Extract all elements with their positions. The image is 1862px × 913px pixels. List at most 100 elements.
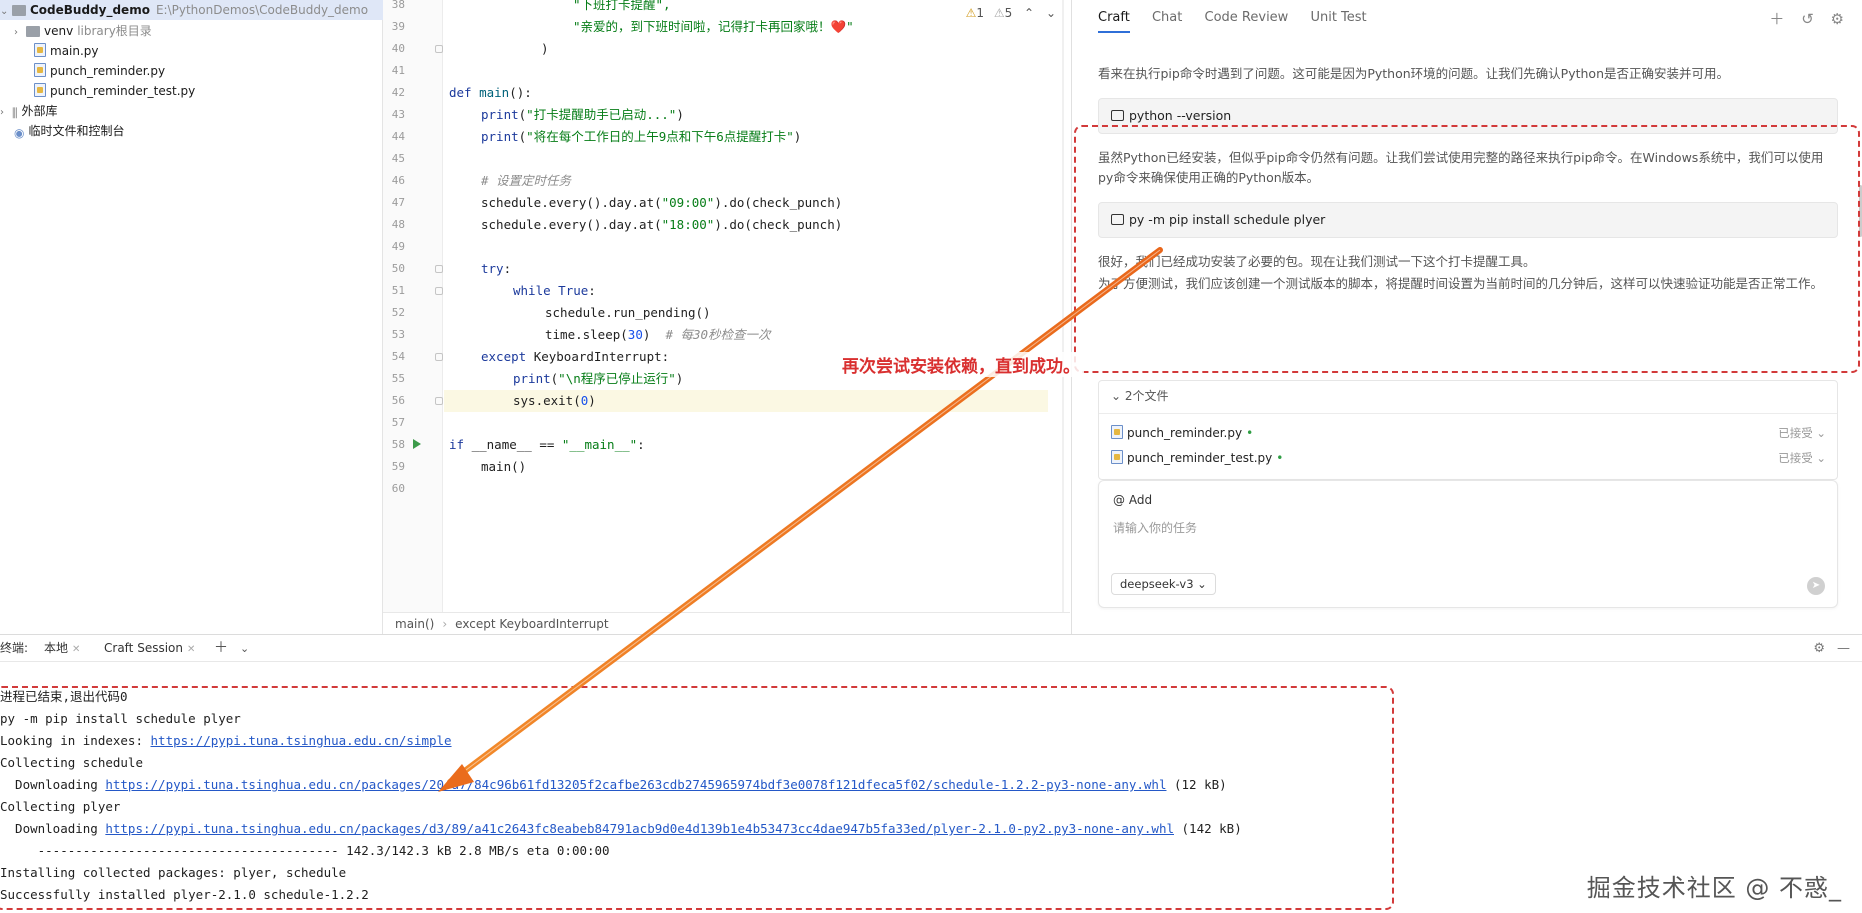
editor-scrollbar[interactable] — [1062, 0, 1064, 612]
command-text: python --version — [1129, 108, 1232, 123]
fold-marker[interactable] — [435, 265, 443, 273]
breadcrumb-item[interactable]: except KeyboardInterrupt — [455, 617, 608, 631]
new-tab-button[interactable]: ＋ — [214, 635, 228, 662]
tree-item-scratches[interactable]: ◉ 临时文件和控制台 — [0, 121, 125, 141]
breadcrumb: main() › except KeyboardInterrupt — [383, 612, 1070, 634]
message-text: 看来在执行pip命令时遇到了问题。这可能是因为Python环境的问题。让我们先确… — [1098, 66, 1730, 81]
tree-item-label: main.py — [50, 44, 99, 58]
tab-local[interactable]: 本地 ✕ — [40, 635, 84, 663]
close-icon[interactable]: ✕ — [187, 644, 195, 655]
model-select[interactable]: deepseek-v3 ⌄ — [1111, 573, 1216, 595]
annotation-box-console — [0, 686, 1394, 910]
chevron-right-icon[interactable]: › — [0, 103, 12, 123]
line-number: 51 — [391, 284, 405, 297]
code-line-46: # 设置定时任务 — [481, 173, 572, 188]
fold-marker[interactable] — [435, 287, 443, 295]
chevron-down-icon[interactable]: ⌄ — [1046, 6, 1056, 20]
file-row[interactable]: punch_reminder.py • 已接受 ⌄ — [1111, 422, 1826, 444]
tree-root[interactable]: ⌄ CodeBuddy_demo E:\PythonDemos\CodeBuddy_… — [0, 0, 383, 20]
code-line-39: "亲爱的，到下班时间啦，记得打卡再回家哦！❤️" — [573, 19, 854, 34]
code-line-38: "下班打卡提醒", — [573, 0, 671, 12]
tree-item-venv[interactable]: › venv library根目录 — [0, 21, 152, 41]
line-number: 42 — [391, 86, 405, 99]
tree-item-label: 临时文件和控制台 — [28, 124, 125, 138]
settings-icon[interactable]: ⚙ — [1831, 10, 1844, 28]
file-row[interactable]: punch_reminder_test.py • 已接受 ⌄ — [1111, 447, 1826, 469]
inspection-widget[interactable]: ⚠1 ⚠5 ⌃ ⌄ — [966, 6, 1056, 20]
add-context-button[interactable]: @ Add — [1113, 493, 1152, 507]
line-number: 56 — [391, 394, 405, 407]
history-icon[interactable]: ↺ — [1801, 10, 1814, 28]
tree-item-label: punch_reminder_test.py — [50, 84, 196, 98]
task-input[interactable]: 请输入你的任务 — [1113, 519, 1197, 536]
code-line-53: time.sleep(30) # 每30秒检查一次 — [545, 327, 771, 342]
chevron-down-icon[interactable]: ⌄ — [240, 635, 249, 662]
tab-code-review[interactable]: Code Review — [1205, 10, 1289, 31]
code-line-42: def main(): — [449, 85, 532, 100]
line-number: 54 — [391, 350, 405, 363]
code-line-52: schedule.run_pending() — [545, 305, 711, 320]
chevron-up-icon[interactable]: ⌃ — [1024, 6, 1034, 20]
folder-icon — [26, 26, 40, 37]
tree-item-external-libs[interactable]: › ⫼ 外部库 — [0, 101, 58, 121]
code-line-40: ) — [541, 41, 549, 56]
file-name: punch_reminder_test.py — [1127, 451, 1273, 465]
tab-craft[interactable]: Craft — [1098, 10, 1130, 33]
line-number: 60 — [391, 482, 405, 495]
fold-marker[interactable] — [435, 353, 443, 361]
line-number: 49 — [391, 240, 405, 253]
minimize-icon[interactable]: — — [1837, 641, 1850, 656]
editor-gutter: 38 39 40 41 42 43 44 45 46 47 48 49 50 5… — [383, 0, 443, 612]
tree-item-main[interactable]: main.py — [0, 41, 99, 61]
craft-tabbar: Craft Chat Code Review Unit Test — [1098, 10, 1385, 33]
chevron-right-icon[interactable]: › — [14, 23, 26, 43]
code-line-48: schedule.every().day.at("18:00").do(chec… — [481, 217, 843, 232]
tab-craft-session[interactable]: Craft Session ✕ — [100, 635, 200, 665]
python-file-icon — [1111, 450, 1123, 464]
chevron-down-icon: ⌄ — [1197, 577, 1207, 591]
weak-warning-count: 5 — [1004, 6, 1013, 20]
line-number: 40 — [391, 42, 405, 55]
tree-item-punch-reminder[interactable]: punch_reminder.py — [0, 61, 165, 81]
status-dot-icon: • — [1246, 426, 1254, 440]
chat-input-box[interactable]: @ Add 请输入你的任务 deepseek-v3 ⌄ ➤ — [1098, 480, 1838, 608]
tree-root-label: CodeBuddy_demo — [30, 3, 150, 17]
project-tree: ⌄ CodeBuddy_demo E:\PythonDemos\CodeBuddy_… — [0, 0, 383, 634]
code-line-50: try: — [481, 261, 512, 276]
files-header[interactable]: ⌄ 2个文件 — [1111, 387, 1169, 404]
status-dot-icon: • — [1276, 451, 1284, 465]
code-line-56[interactable]: sys.exit(0) — [444, 390, 1048, 412]
line-number: 50 — [391, 262, 405, 275]
line-number: 53 — [391, 328, 405, 341]
line-number: 47 — [391, 196, 405, 209]
tree-item-label: 外部库 — [21, 104, 58, 118]
chevron-down-icon[interactable]: ⌄ — [0, 2, 12, 22]
tree-item-punch-reminder-test[interactable]: punch_reminder_test.py — [0, 81, 195, 101]
line-number: 58 — [391, 438, 405, 451]
code-editor[interactable]: 38 39 40 41 42 43 44 45 46 47 48 49 50 5… — [383, 0, 1070, 634]
terminal-icon — [1111, 110, 1124, 121]
terminal-tabbar: 终端: 本地 ✕ Craft Session ✕ ＋ ⌄ ⚙ — — [0, 634, 1862, 665]
fold-marker[interactable] — [435, 397, 443, 405]
code-line-55: print("\n程序已停止运行") — [513, 371, 684, 386]
line-number: 39 — [391, 20, 405, 33]
file-status[interactable]: 已接受 ⌄ — [1778, 422, 1826, 444]
tab-chat[interactable]: Chat — [1152, 10, 1182, 31]
line-number: 52 — [391, 306, 405, 319]
fold-marker[interactable] — [435, 45, 443, 53]
close-icon[interactable]: ✕ — [72, 644, 80, 655]
code-line-44: print("将在每个工作日的上午9点和下午6点提醒打卡") — [481, 129, 802, 144]
plus-icon[interactable]: ＋ — [1769, 10, 1784, 28]
run-gutter-icon[interactable] — [413, 439, 421, 449]
tree-item-note: library根目录 — [77, 24, 152, 38]
folder-icon — [12, 5, 26, 16]
python-file-icon — [1111, 425, 1123, 439]
line-number: 44 — [391, 130, 405, 143]
tab-unit-test[interactable]: Unit Test — [1310, 10, 1366, 31]
file-status[interactable]: 已接受 ⌄ — [1778, 447, 1826, 469]
breadcrumb-item[interactable]: main() — [395, 617, 434, 631]
python-file-icon — [34, 43, 46, 57]
send-button[interactable]: ➤ — [1807, 577, 1825, 595]
settings-icon[interactable]: ⚙ — [1813, 641, 1825, 656]
watermark: 掘金技术社区 @ 不惑_ — [1586, 874, 1842, 902]
